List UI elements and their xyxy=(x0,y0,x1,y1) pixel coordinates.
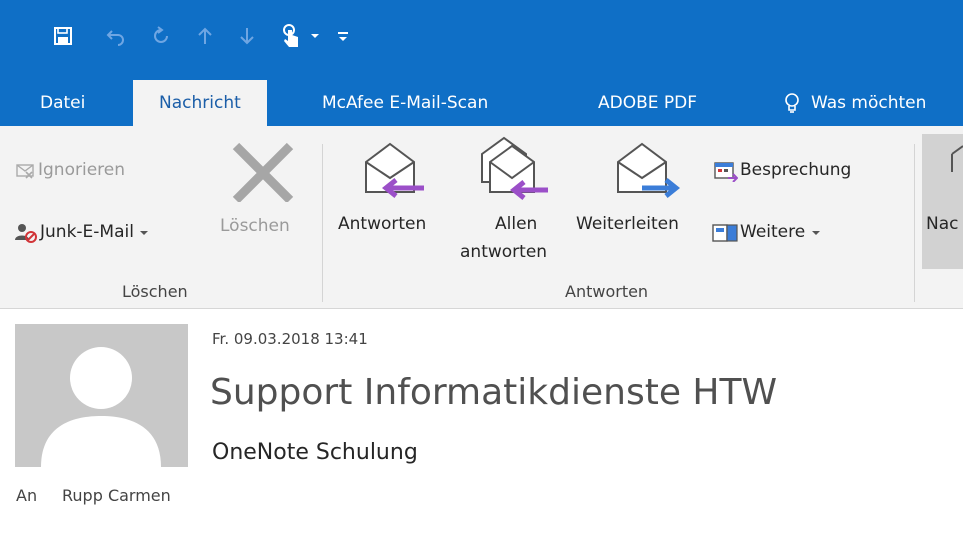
more-button[interactable]: Weitere xyxy=(740,222,821,242)
message-sender[interactable]: Support Informatikdienste HTW xyxy=(210,372,777,413)
group-label-loeschen: Löschen xyxy=(122,282,188,301)
more-icon xyxy=(712,222,738,248)
ribbon-tabs: Datei Nachricht McAfee E-Mail-Scan ADOBE… xyxy=(0,80,963,126)
lightbulb-icon xyxy=(783,80,801,126)
reply-icon xyxy=(360,140,430,206)
ignore-button[interactable]: Ignorieren xyxy=(38,160,125,180)
truncated-button-bg[interactable]: Nac xyxy=(922,134,963,269)
reply-all-icon xyxy=(478,134,552,206)
tab-nachricht[interactable]: Nachricht xyxy=(133,80,267,126)
delete-icon xyxy=(232,142,296,206)
junk-email-icon xyxy=(15,222,39,248)
delete-button[interactable]: Löschen xyxy=(220,216,290,236)
group-label-antworten: Antworten xyxy=(565,282,649,301)
search-hint: Was möchten xyxy=(811,93,927,113)
tab-mcafee[interactable]: McAfee E-Mail-Scan xyxy=(304,80,506,126)
save-icon[interactable] xyxy=(50,22,76,50)
up-arrow-icon[interactable] xyxy=(192,22,218,50)
to-recipient[interactable]: Rupp Carmen xyxy=(62,486,171,505)
ribbon: Ignorieren Junk-E-Mail Löschen Löschen A… xyxy=(0,126,963,309)
touch-mode-icon[interactable] xyxy=(276,22,306,50)
truncated-button-label: Nac xyxy=(926,214,959,234)
tab-datei[interactable]: Datei xyxy=(22,80,103,126)
junk-email-label: Junk-E-Mail xyxy=(40,222,134,242)
reply-all-line1[interactable]: Allen xyxy=(495,214,537,234)
chevron-down-icon xyxy=(139,222,149,242)
quick-access-toolbar xyxy=(0,0,963,80)
message-subject: OneNote Schulung xyxy=(212,440,418,465)
forward-button[interactable]: Weiterleiten xyxy=(576,214,679,234)
meeting-button[interactable]: Besprechung xyxy=(740,160,851,180)
customize-icon[interactable] xyxy=(334,22,352,50)
envelope-icon xyxy=(951,145,963,172)
group-separator xyxy=(914,144,915,302)
dropdown-icon[interactable] xyxy=(306,22,324,50)
more-label: Weitere xyxy=(740,222,806,242)
to-label: An xyxy=(16,486,38,505)
undo-icon[interactable] xyxy=(103,22,129,50)
tab-adobe-pdf[interactable]: ADOBE PDF xyxy=(580,80,715,126)
reply-button[interactable]: Antworten xyxy=(338,214,426,234)
message-datetime: Fr. 09.03.2018 13:41 xyxy=(212,330,368,348)
meeting-icon xyxy=(714,160,739,186)
forward-icon xyxy=(612,140,682,206)
down-arrow-icon[interactable] xyxy=(234,22,260,50)
avatar xyxy=(15,324,188,467)
ignore-icon xyxy=(15,160,37,184)
chevron-down-icon xyxy=(811,222,821,242)
redo-icon[interactable] xyxy=(148,22,174,50)
person-silhouette-icon xyxy=(41,347,161,467)
group-separator xyxy=(322,144,323,302)
reply-all-line2[interactable]: antworten xyxy=(460,242,547,262)
junk-email-button[interactable]: Junk-E-Mail xyxy=(40,222,149,242)
tab-search[interactable]: Was möchten xyxy=(763,80,944,126)
